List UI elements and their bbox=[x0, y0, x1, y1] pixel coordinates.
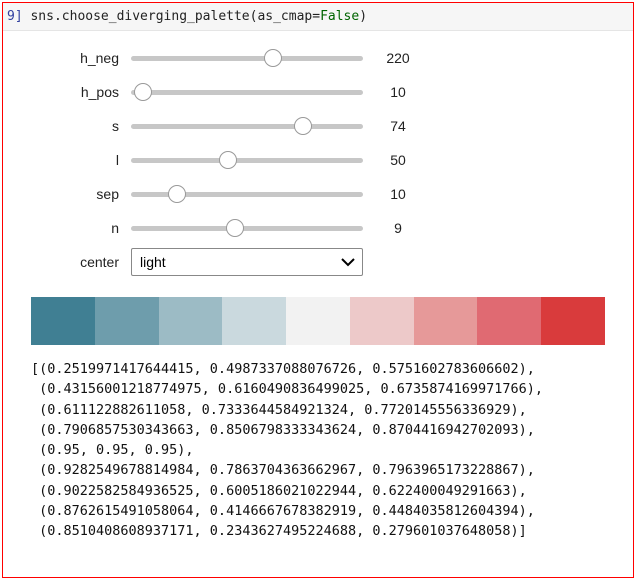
slider-thumb[interactable] bbox=[134, 83, 152, 101]
select-row-center: centerlight bbox=[3, 245, 633, 279]
slider-row-l: l 50 bbox=[3, 143, 633, 177]
slider-value: 10 bbox=[363, 186, 433, 202]
slider-track bbox=[131, 124, 363, 129]
palette-swatch bbox=[350, 297, 414, 345]
code-cell[interactable]: 9] sns.choose_diverging_palette(as_cmap=… bbox=[3, 3, 633, 31]
select-display[interactable]: light bbox=[131, 248, 363, 276]
cell-prompt: 9] bbox=[7, 9, 23, 24]
slider-h_neg[interactable] bbox=[131, 56, 363, 61]
output-text: [(0.2519971417644415, 0.4987337088076726… bbox=[3, 349, 633, 541]
code-prefix: sns.choose_diverging_palette(as_cmap= bbox=[23, 9, 320, 24]
slider-thumb[interactable] bbox=[219, 151, 237, 169]
slider-row-h_neg: h_neg 220 bbox=[3, 41, 633, 75]
slider-value: 74 bbox=[363, 118, 433, 134]
widget-controls: h_neg220h_pos10s74l50sep10n9centerlight bbox=[3, 31, 633, 285]
slider-track bbox=[131, 226, 363, 231]
palette-swatch bbox=[286, 297, 350, 345]
slider-value: 9 bbox=[363, 220, 433, 236]
code-keyword-false: False bbox=[320, 9, 359, 24]
slider-thumb[interactable] bbox=[168, 185, 186, 203]
palette-swatch bbox=[541, 297, 605, 345]
slider-h_pos[interactable] bbox=[131, 90, 363, 95]
palette-swatch bbox=[31, 297, 95, 345]
palette-swatch bbox=[159, 297, 223, 345]
code-suffix: ) bbox=[359, 9, 367, 24]
slider-s[interactable] bbox=[131, 124, 363, 129]
slider-n[interactable] bbox=[131, 226, 363, 231]
notebook-frame: 9] sns.choose_diverging_palette(as_cmap=… bbox=[2, 2, 634, 578]
slider-row-s: s 74 bbox=[3, 109, 633, 143]
slider-row-n: n9 bbox=[3, 211, 633, 245]
slider-track bbox=[131, 192, 363, 197]
slider-value: 220 bbox=[363, 50, 433, 66]
slider-track bbox=[131, 56, 363, 61]
slider-value: 50 bbox=[363, 152, 433, 168]
slider-label: sep bbox=[3, 186, 131, 202]
slider-thumb[interactable] bbox=[294, 117, 312, 135]
select-label: center bbox=[3, 254, 131, 270]
palette-swatch bbox=[414, 297, 478, 345]
slider-label: h_neg bbox=[3, 50, 131, 66]
slider-track bbox=[131, 90, 363, 95]
slider-track bbox=[131, 158, 363, 163]
palette-swatch bbox=[95, 297, 159, 345]
select-center[interactable]: light bbox=[131, 248, 363, 276]
palette-strip bbox=[31, 297, 605, 345]
slider-sep[interactable] bbox=[131, 192, 363, 197]
slider-l[interactable] bbox=[131, 158, 363, 163]
slider-thumb[interactable] bbox=[226, 219, 244, 237]
slider-label: s bbox=[3, 118, 131, 134]
slider-label: h_pos bbox=[3, 84, 131, 100]
palette-swatch bbox=[222, 297, 286, 345]
slider-row-h_pos: h_pos 10 bbox=[3, 75, 633, 109]
slider-label: l bbox=[3, 152, 131, 168]
slider-label: n bbox=[3, 220, 131, 236]
slider-row-sep: sep 10 bbox=[3, 177, 633, 211]
palette-swatch bbox=[477, 297, 541, 345]
slider-value: 10 bbox=[363, 84, 433, 100]
slider-thumb[interactable] bbox=[264, 49, 282, 67]
